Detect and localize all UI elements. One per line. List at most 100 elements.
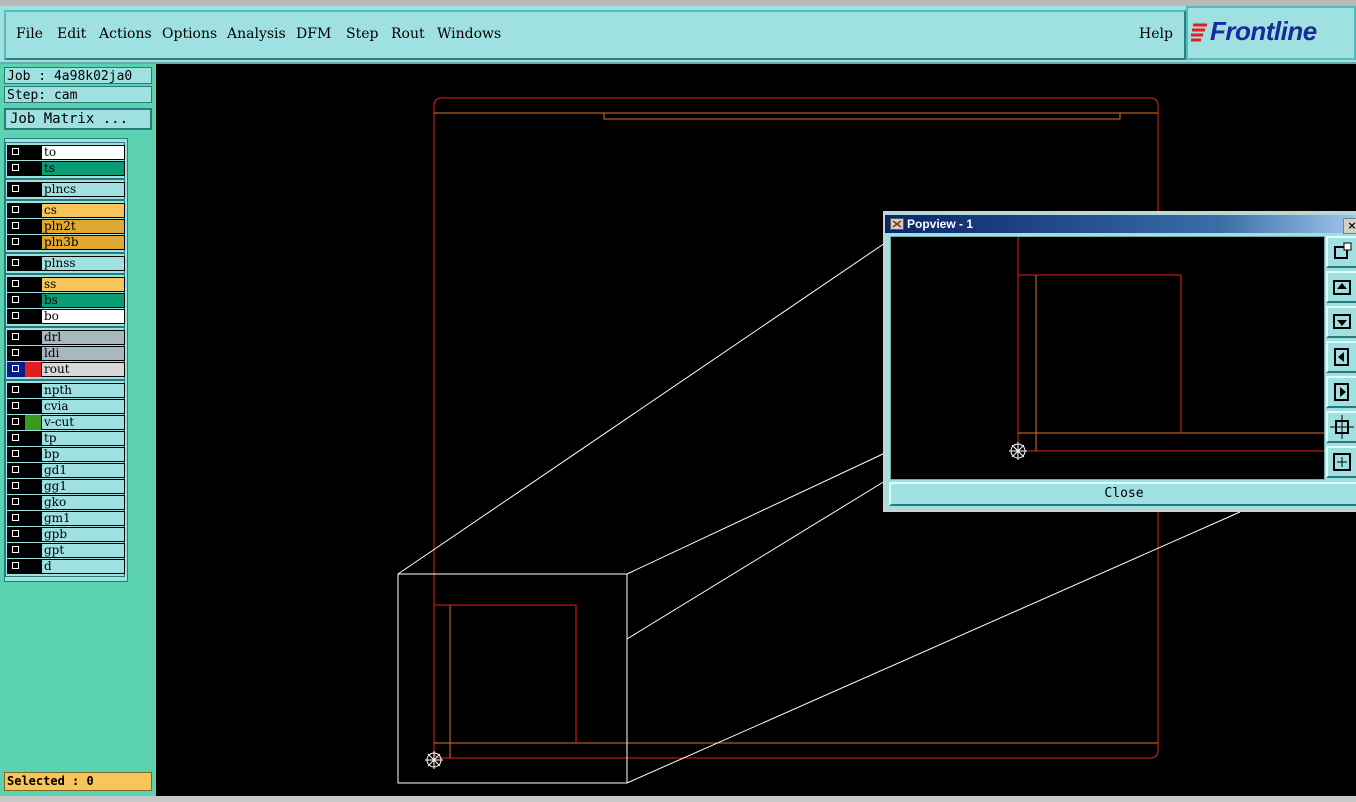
popview-title: Popview - 1 — [907, 217, 974, 231]
layer-checkbox[interactable] — [7, 277, 25, 292]
layer-row-ldi[interactable]: ldi — [7, 346, 125, 361]
layer-name[interactable]: ldi — [41, 346, 125, 361]
layer-row-ss[interactable]: ss — [7, 277, 125, 292]
layer-name[interactable]: tp — [41, 431, 125, 446]
popview-close-icon[interactable]: × — [1343, 218, 1356, 234]
layer-checkbox[interactable] — [7, 495, 25, 510]
layer-name[interactable]: cs — [41, 203, 125, 218]
layer-row-gd1[interactable]: gd1 — [7, 463, 125, 478]
layer-name[interactable]: rout — [41, 362, 125, 377]
layer-row-d[interactable]: d — [7, 559, 125, 574]
layer-checkbox[interactable] — [7, 256, 25, 271]
menu-options[interactable]: Options — [162, 26, 217, 42]
layer-row-pln3b[interactable]: pln3b — [7, 235, 125, 250]
menu-file[interactable]: File — [16, 26, 43, 42]
layer-row-gpt[interactable]: gpt — [7, 543, 125, 558]
layer-row-pln2t[interactable]: pln2t — [7, 219, 125, 234]
layer-checkbox[interactable] — [7, 527, 25, 542]
layer-row-npth[interactable]: npth — [7, 383, 125, 398]
layer-row-gko[interactable]: gko — [7, 495, 125, 510]
layer-name[interactable]: gd1 — [41, 463, 125, 478]
menu-analysis[interactable]: Analysis — [227, 26, 286, 42]
layer-checkbox[interactable] — [7, 463, 25, 478]
zoom-out-icon[interactable] — [1326, 446, 1356, 478]
layer-row-bp[interactable]: bp — [7, 447, 125, 462]
layer-name[interactable]: ss — [41, 277, 125, 292]
zoom-in-icon[interactable] — [1326, 411, 1356, 443]
layer-row-gm1[interactable]: gm1 — [7, 511, 125, 526]
layer-checkbox[interactable] — [7, 543, 25, 558]
layer-name[interactable]: bo — [41, 309, 125, 324]
layer-name[interactable]: plncs — [41, 182, 125, 197]
layer-row-cvia[interactable]: cvia — [7, 399, 125, 414]
popview-close-button[interactable]: Close — [889, 482, 1356, 506]
layer-row-tp[interactable]: tp — [7, 431, 125, 446]
layer-checkbox[interactable] — [7, 235, 25, 250]
layer-name[interactable]: d — [41, 559, 125, 574]
menu-actions[interactable]: Actions — [99, 26, 152, 42]
menu-rout[interactable]: Rout — [391, 26, 425, 42]
menu-windows[interactable]: Windows — [437, 26, 501, 42]
layer-name[interactable]: gm1 — [41, 511, 125, 526]
layer-checkbox[interactable] — [7, 511, 25, 526]
layer-name[interactable]: pln2t — [41, 219, 125, 234]
layer-checkbox[interactable] — [7, 383, 25, 398]
layer-row-plnss[interactable]: plnss — [7, 256, 125, 271]
layer-name[interactable]: bp — [41, 447, 125, 462]
layer-color-swatch — [25, 161, 41, 176]
layer-row-gg1[interactable]: gg1 — [7, 479, 125, 494]
layer-checkbox[interactable] — [7, 415, 25, 430]
layer-row-drl[interactable]: drl — [7, 330, 125, 345]
job-matrix-button[interactable]: Job Matrix ... — [4, 108, 152, 130]
layer-name[interactable]: gpb — [41, 527, 125, 542]
menu-help[interactable]: Help — [1139, 26, 1173, 42]
layer-name[interactable]: plnss — [41, 256, 125, 271]
layer-row-plncs[interactable]: plncs — [7, 182, 125, 197]
layer-checkbox[interactable] — [7, 203, 25, 218]
layer-name[interactable]: ts — [41, 161, 125, 176]
layer-row-gpb[interactable]: gpb — [7, 527, 125, 542]
layer-checkbox[interactable] — [7, 431, 25, 446]
layer-name[interactable]: gko — [41, 495, 125, 510]
layer-name[interactable]: bs — [41, 293, 125, 308]
layer-name[interactable]: drl — [41, 330, 125, 345]
layer-checkbox[interactable] — [7, 346, 25, 361]
layer-name[interactable]: v-cut — [41, 415, 125, 430]
layer-row-bs[interactable]: bs — [7, 293, 125, 308]
layer-name[interactable]: cvia — [41, 399, 125, 414]
layer-checkbox[interactable] — [7, 330, 25, 345]
pan-down-icon[interactable] — [1326, 306, 1356, 338]
layer-row-cs[interactable]: cs — [7, 203, 125, 218]
layer-checkbox[interactable] — [7, 161, 25, 176]
layer-name[interactable]: to — [41, 145, 125, 160]
layer-checkbox[interactable] — [7, 479, 25, 494]
layer-checkbox[interactable] — [7, 145, 25, 160]
layer-checkbox[interactable] — [7, 219, 25, 234]
layer-checkbox[interactable] — [7, 182, 25, 197]
pan-right-icon[interactable] — [1326, 376, 1356, 408]
layer-checkbox[interactable] — [7, 559, 25, 574]
popview-titlebar[interactable]: Popview - 1 × — [885, 215, 1356, 234]
layer-checkbox[interactable] — [7, 362, 25, 377]
layer-row-rout[interactable]: rout — [7, 362, 125, 377]
layer-name[interactable]: gg1 — [41, 479, 125, 494]
menu-edit[interactable]: Edit — [57, 26, 86, 42]
layer-checkbox[interactable] — [7, 447, 25, 462]
layer-row-v-cut[interactable]: v-cut — [7, 415, 125, 430]
layer-checkbox[interactable] — [7, 399, 25, 414]
layer-name[interactable]: npth — [41, 383, 125, 398]
layer-name[interactable]: gpt — [41, 543, 125, 558]
layer-row-to[interactable]: to — [7, 145, 125, 160]
layer-checkbox[interactable] — [7, 293, 25, 308]
layer-checkbox[interactable] — [7, 309, 25, 324]
pan-up-icon[interactable] — [1326, 271, 1356, 303]
pan-left-icon[interactable] — [1326, 341, 1356, 373]
layer-name[interactable]: pln3b — [41, 235, 125, 250]
zoom-window-icon[interactable] — [1326, 236, 1356, 268]
layer-row-bo[interactable]: bo — [7, 309, 125, 324]
layer-row-ts[interactable]: ts — [7, 161, 125, 176]
menu-step[interactable]: Step — [346, 26, 378, 42]
sidebar: Job : 4a98k02ja0 Step: cam Job Matrix ..… — [0, 64, 156, 796]
popview-canvas[interactable] — [890, 236, 1325, 480]
menu-dfm[interactable]: DFM — [296, 26, 331, 42]
